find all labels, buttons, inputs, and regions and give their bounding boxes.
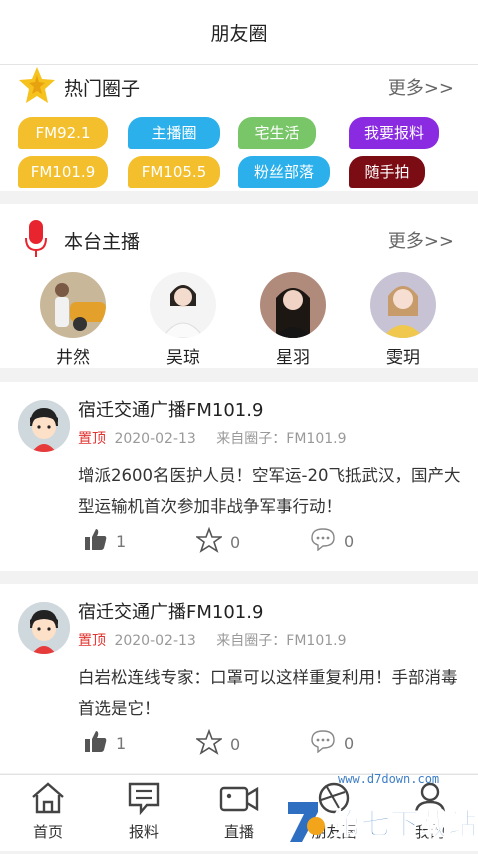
anchor-avatar bbox=[150, 272, 216, 338]
watermark-logo: 第七下载站 bbox=[282, 792, 478, 850]
anchor-card[interactable]: 吴琼 bbox=[143, 272, 223, 368]
post-avatar[interactable] bbox=[18, 602, 70, 654]
post-actions: 1 0 0 bbox=[84, 728, 464, 757]
post-content[interactable]: 增派2600名医护人员！空军运-20飞抵武汉，国产大型运输机首次参加非战争军事行… bbox=[78, 460, 463, 522]
comment-icon bbox=[310, 729, 344, 757]
anchor-avatar bbox=[260, 272, 326, 338]
anchor-name: 雯玥 bbox=[386, 348, 420, 368]
like-count: 1 bbox=[116, 733, 127, 753]
post-content[interactable]: 白岩松连线专家：口罩可以这样重复利用！手部消毒首选是它！ bbox=[78, 662, 463, 724]
pinned-badge: 置顶 bbox=[78, 633, 106, 649]
home-icon bbox=[29, 782, 67, 819]
thumbs-up-icon bbox=[84, 729, 116, 757]
circle-tag[interactable]: 随手拍 bbox=[349, 156, 425, 188]
anchor-avatar bbox=[40, 272, 106, 338]
tab-live[interactable]: 直播 bbox=[199, 781, 279, 842]
watermark-url: www.d7down.com bbox=[338, 772, 440, 786]
anchors-panel: 本台主播 更多>> 井然 吴琼 星羽 雯玥 bbox=[0, 204, 478, 368]
circle-tag[interactable]: FM92.1 bbox=[18, 117, 108, 149]
post-meta: 置顶 2020-02-13 来自圈子：FM101.9 bbox=[78, 428, 347, 448]
tab-report[interactable]: 报料 bbox=[104, 781, 184, 842]
top-bar: 朋友圈 bbox=[0, 0, 478, 65]
anchors-header: 本台主播 更多>> bbox=[0, 218, 478, 262]
circle-tag[interactable]: FM101.9 bbox=[18, 156, 108, 188]
tab-label: 报料 bbox=[128, 823, 159, 841]
comment-icon bbox=[310, 527, 344, 555]
microphone-icon bbox=[24, 218, 48, 262]
hot-circles-title: 热门圈子 bbox=[64, 77, 141, 100]
tab-label: 直播 bbox=[223, 823, 254, 841]
favorite-count: 0 bbox=[230, 532, 241, 552]
thumbs-up-icon bbox=[84, 527, 116, 555]
anchor-name: 吴琼 bbox=[166, 348, 200, 368]
comment-button[interactable]: 0 bbox=[310, 729, 354, 757]
post-date: 2020-02-13 bbox=[114, 633, 196, 649]
circle-tag[interactable]: FM105.5 bbox=[128, 156, 220, 188]
comment-count: 0 bbox=[344, 733, 355, 753]
live-icon bbox=[218, 786, 260, 819]
anchor-name: 星羽 bbox=[276, 348, 310, 368]
post-source-circle[interactable]: 来自圈子：FM101.9 bbox=[216, 431, 346, 447]
comment-count: 0 bbox=[344, 531, 355, 551]
post-source-circle[interactable]: 来自圈子：FM101.9 bbox=[216, 633, 346, 649]
hot-circles-more-link[interactable]: 更多>> bbox=[388, 74, 454, 100]
circle-tag[interactable]: 我要报料 bbox=[349, 117, 439, 149]
report-icon bbox=[125, 782, 163, 819]
post-date: 2020-02-13 bbox=[114, 431, 196, 447]
star-outline-icon bbox=[194, 728, 230, 759]
like-button[interactable]: 1 bbox=[84, 527, 126, 555]
post-author[interactable]: 宿迁交通广播FM101.9 bbox=[78, 396, 263, 422]
post-actions: 1 0 0 bbox=[84, 526, 464, 555]
circle-tag[interactable]: 宅生活 bbox=[238, 117, 316, 149]
circle-tag[interactable]: 主播圈 bbox=[128, 117, 220, 149]
watermark-text: 第七下载站 bbox=[332, 807, 477, 841]
favorite-count: 0 bbox=[230, 734, 241, 754]
anchor-name: 井然 bbox=[56, 348, 90, 368]
post-author[interactable]: 宿迁交通广播FM101.9 bbox=[78, 598, 263, 624]
pinned-badge: 置顶 bbox=[78, 431, 106, 447]
anchors-title: 本台主播 bbox=[64, 230, 141, 253]
favorite-button[interactable]: 0 bbox=[194, 526, 241, 557]
anchors-more-link[interactable]: 更多>> bbox=[388, 227, 454, 253]
like-count: 1 bbox=[116, 531, 127, 551]
comment-button[interactable]: 0 bbox=[310, 527, 354, 555]
tab-home[interactable]: 首页 bbox=[8, 781, 88, 842]
page-title: 朋友圈 bbox=[210, 22, 268, 45]
anchor-card[interactable]: 星羽 bbox=[253, 272, 333, 368]
star-outline-icon bbox=[194, 526, 230, 557]
tab-label: 首页 bbox=[32, 823, 63, 841]
post-card[interactable]: 宿迁交通广播FM101.9 置顶 2020-02-13 来自圈子：FM101.9… bbox=[0, 382, 478, 571]
post-card[interactable]: 宿迁交通广播FM101.9 置顶 2020-02-13 来自圈子：FM101.9… bbox=[0, 584, 478, 773]
post-meta: 置顶 2020-02-13 来自圈子：FM101.9 bbox=[78, 630, 347, 650]
post-avatar[interactable] bbox=[18, 400, 70, 452]
star-icon bbox=[18, 65, 56, 109]
like-button[interactable]: 1 bbox=[84, 729, 126, 757]
favorite-button[interactable]: 0 bbox=[194, 728, 241, 759]
circle-tag[interactable]: 粉丝部落 bbox=[238, 156, 330, 188]
anchor-card[interactable]: 井然 bbox=[33, 272, 113, 368]
hot-circles-panel: 热门圈子 更多>> FM92.1 主播圈 宅生活 我要报料 FM101.9 FM… bbox=[0, 65, 478, 191]
anchor-card[interactable]: 雯玥 bbox=[363, 272, 443, 368]
anchor-avatar bbox=[370, 272, 436, 338]
hot-circles-header: 热门圈子 更多>> bbox=[0, 65, 478, 109]
